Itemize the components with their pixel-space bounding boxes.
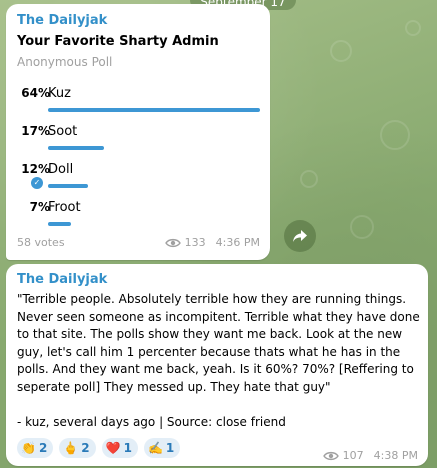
poll-option-percent: 64% — [21, 86, 50, 100]
poll-option-bar — [48, 222, 71, 226]
poll-option[interactable]: 12% ✓ Doll — [6, 162, 270, 202]
wallpaper-doodle — [330, 40, 352, 62]
poll-type-label: Anonymous Poll — [17, 55, 113, 69]
poll-option-bar — [48, 146, 104, 150]
clapping-hands-icon: 👏 — [21, 441, 36, 455]
reaction-chip[interactable]: ❤️ 1 — [101, 438, 138, 458]
view-count: 107 — [342, 449, 364, 462]
poll-option-label: Kuz — [48, 86, 71, 101]
poll-question: Your Favorite Sharty Admin — [17, 34, 219, 49]
reaction-chip[interactable]: 🖕 2 — [59, 438, 96, 458]
sender-name[interactable]: The Dailyjak — [17, 13, 107, 28]
poll-option-percent: 12% — [21, 162, 50, 176]
vote-count[interactable]: 58 votes — [17, 236, 65, 249]
writing-hand-icon: ✍️ — [147, 441, 163, 455]
reaction-count: 2 — [38, 441, 48, 455]
reactions-row: 👏 2 🖕 2 ❤️ 1 ✍️ 1 — [17, 438, 181, 458]
poll-option[interactable]: 17% Soot — [6, 124, 270, 164]
poll-option-label: Doll — [48, 162, 74, 177]
wallpaper-doodle — [380, 120, 410, 150]
share-button[interactable] — [284, 220, 316, 252]
reaction-chip[interactable]: ✍️ 1 — [143, 438, 181, 458]
reaction-chip[interactable]: 👏 2 — [17, 438, 54, 458]
share-arrow-icon — [293, 230, 307, 242]
wallpaper-doodle — [300, 170, 318, 188]
message-time: 4:36 PM — [215, 236, 260, 249]
poll-option-label: Soot — [48, 124, 78, 139]
poll-option-percent: 17% — [21, 124, 50, 138]
poll-option-bar — [48, 108, 260, 112]
eye-icon — [164, 238, 181, 247]
eye-icon — [322, 451, 339, 460]
poll-option-label: Froot — [48, 200, 81, 215]
view-count: 133 — [184, 236, 206, 249]
poll-option[interactable]: 7% Froot — [6, 200, 270, 240]
reaction-count: 1 — [165, 441, 175, 455]
message-meta: 107 4:38 PM — [322, 449, 418, 462]
text-message-bubble[interactable]: The Dailyjak "Terrible people. Absolutel… — [6, 264, 428, 466]
heart-icon: ❤️ — [105, 441, 121, 455]
message-time: 4:38 PM — [373, 449, 418, 462]
sender-name[interactable]: The Dailyjak — [17, 272, 107, 287]
wallpaper-doodle — [405, 20, 421, 36]
checkmark-icon: ✓ — [31, 177, 43, 189]
poll-message-bubble[interactable]: The Dailyjak Your Favorite Sharty Admin … — [6, 4, 270, 260]
poll-option[interactable]: 64% Kuz — [6, 86, 270, 126]
reaction-count: 1 — [123, 441, 132, 455]
wallpaper-doodle — [350, 215, 374, 239]
middle-finger-icon: 🖕 — [63, 441, 79, 455]
poll-option-percent: 7% — [29, 200, 50, 214]
reaction-count: 2 — [81, 441, 90, 455]
message-text: "Terrible people. Absolutely terrible ho… — [17, 292, 420, 430]
message-meta: 133 4:36 PM — [164, 236, 260, 249]
poll-option-bar — [48, 184, 88, 188]
